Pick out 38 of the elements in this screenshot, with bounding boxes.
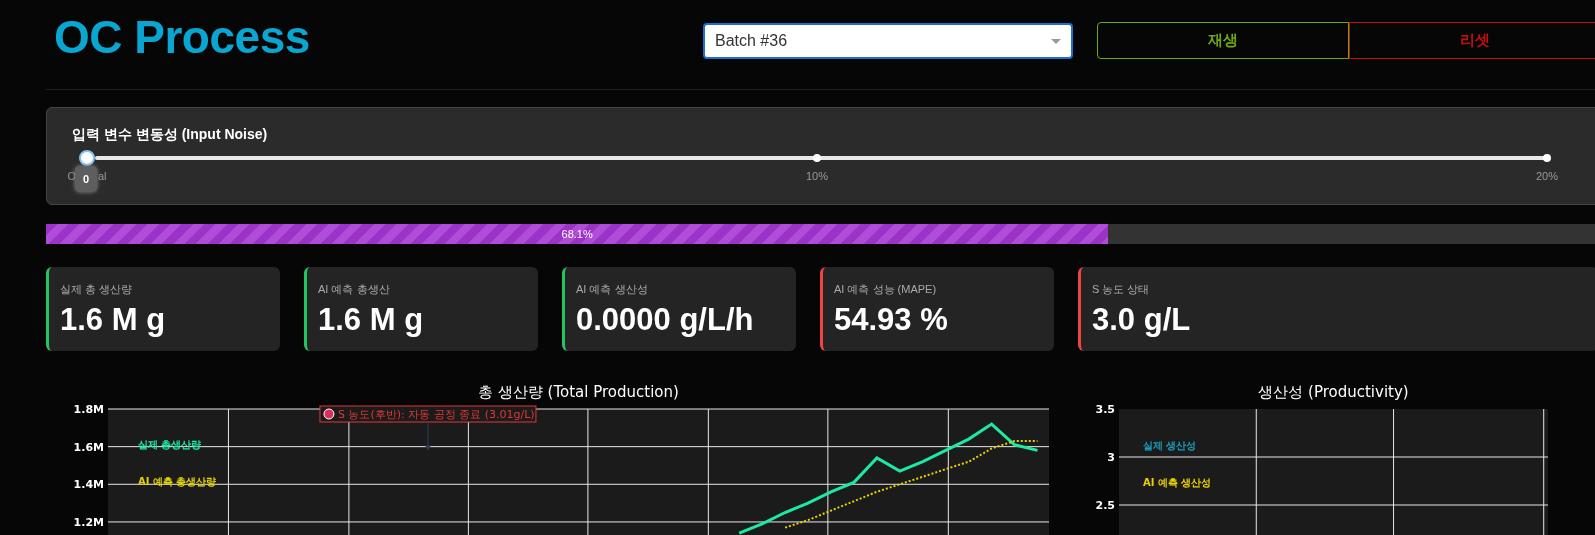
tick-label: 20% [1536, 170, 1558, 182]
axis-tick-label: 3.5 [1095, 403, 1115, 416]
metric-label: S 농도 상태 [1092, 282, 1151, 296]
progress-fill: 68.1% [46, 224, 1109, 244]
legend-label: AI 예측 생산성 [1143, 477, 1212, 488]
metric-value: 3.0 g/L [1092, 302, 1192, 338]
slider-label: 입력 변수 변동성 (Input Noise) [72, 125, 269, 143]
legend-label: 실제 생산성 [1143, 440, 1197, 451]
metric-value: 54.93 % [834, 302, 949, 338]
tick-label: al [98, 170, 107, 182]
axis-tick-label: 3 [1107, 451, 1115, 464]
app-title: OC Process [54, 10, 311, 64]
axis-tick-label: 1.8M [73, 403, 104, 416]
annotation-callout: S 농도(후반): 자동 공정 종료 (3.01g/L) [319, 405, 537, 423]
axis-tick-label: 1.6M [73, 440, 104, 454]
slider-thumb[interactable] [79, 150, 95, 166]
caret-icon [1051, 38, 1061, 44]
metric-label: 실제 총 생산량 [60, 282, 134, 296]
tick-dot [813, 154, 821, 162]
value-tooltip: 0 [75, 166, 97, 192]
batch-select[interactable]: Batch #36 [703, 23, 1073, 59]
tick-dot [1543, 154, 1551, 162]
metric-value: 1.6 M g [60, 302, 167, 338]
axis-tick-label: 1.2M [73, 515, 104, 529]
metric-label: AI 예측 생산성 [576, 282, 649, 296]
axis-tick-label: 2.5 [1095, 499, 1115, 512]
annotation-arrow [424, 422, 431, 451]
annotation: S 농도(후반): 자동 공정 종료 (3.01g/L) [337, 408, 535, 421]
metric-value: 0.0000 g/L/h [576, 302, 755, 338]
metric-value: 1.6 M g [318, 302, 425, 338]
action-button[interactable]: 재생 [1097, 22, 1349, 59]
chart-title: 생산성 (Productivity) [1258, 383, 1409, 401]
metric-label: AI 예측 성능 (MAPE) [834, 282, 938, 296]
metric-label: AI 예측 총생산 [318, 282, 391, 296]
tick-label: O [67, 170, 76, 182]
tick-label: 10% [806, 170, 828, 182]
chart-title: 총 생산량 (Total Production) [478, 383, 679, 401]
axis-tick-label: 1.4M [73, 478, 104, 492]
